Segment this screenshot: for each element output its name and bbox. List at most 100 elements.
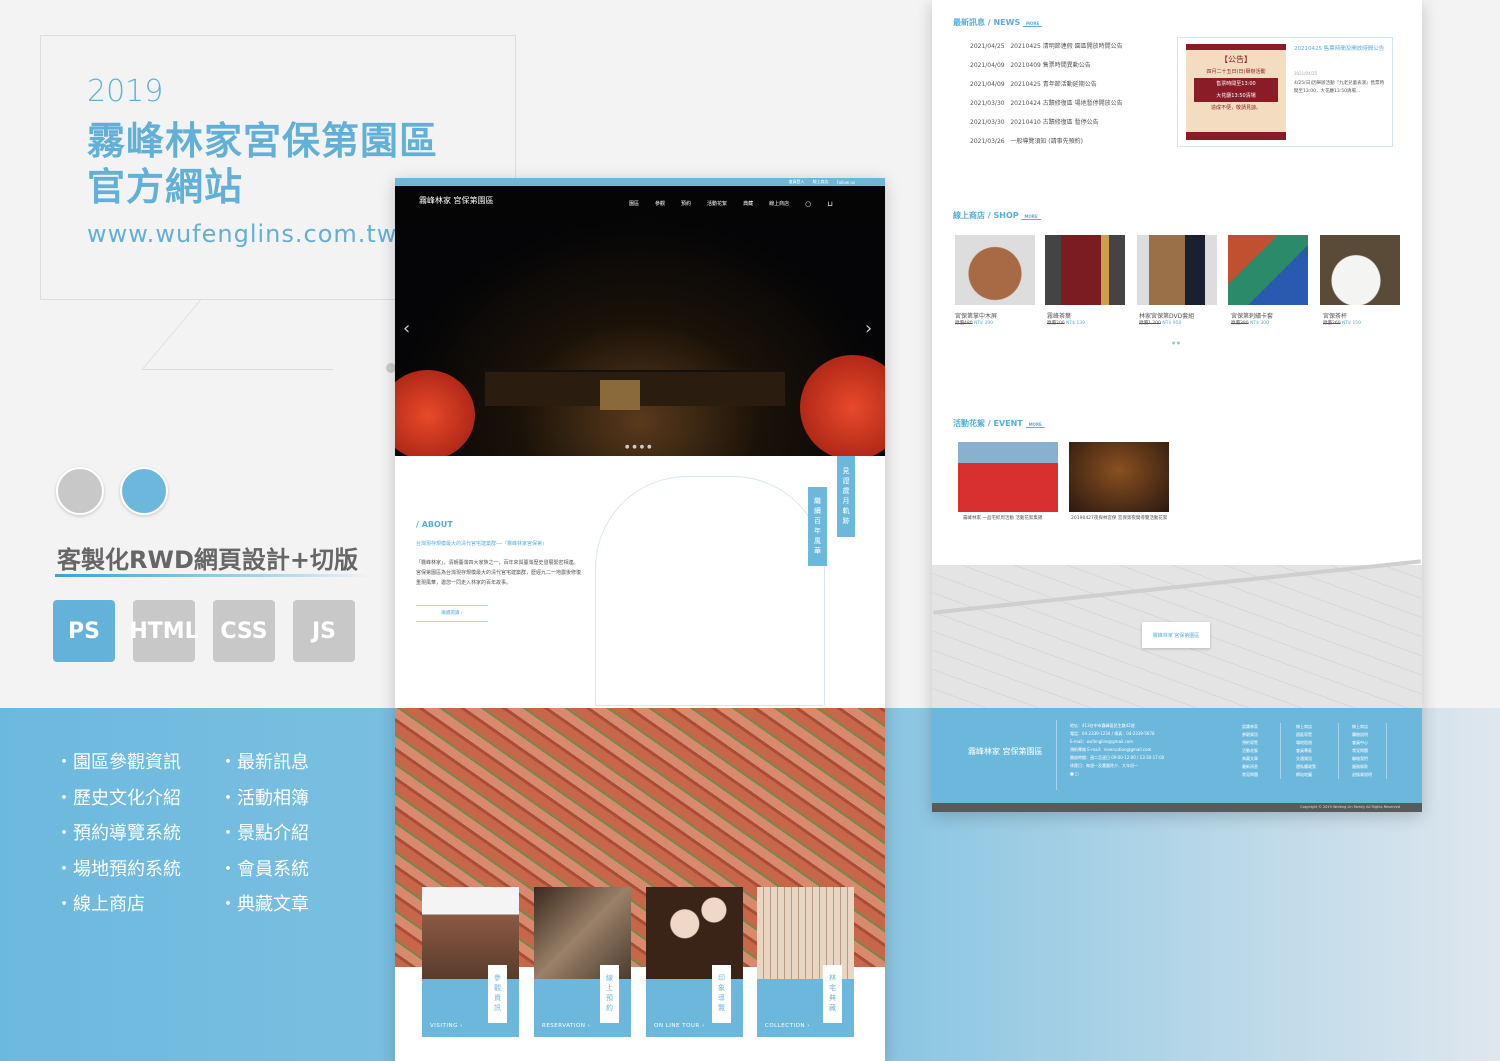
inner-sections-mockup: 最新訊息 / NEWS MORE 2021/04/25 20210425 清明節… [932, 0, 1422, 812]
navbar: 霧峰林家 宮保第園區 園區 參觀 預約 活動花絮 典藏 線上商店 ○ ⊔ [395, 186, 885, 220]
feature-item: ・會員系統 [219, 858, 309, 880]
tag-html: HTML [129, 600, 199, 662]
shop-heading: 線上商店 / SHOP MORE [953, 210, 1041, 221]
card-link[interactable]: ON LINE TOUR › [654, 1023, 705, 1029]
tag-js: JS [293, 600, 355, 662]
temple-line-art [595, 476, 825, 706]
shop-link[interactable]: 線上商店 [813, 179, 829, 185]
card-tour[interactable]: 印象導覽 ON LINE TOUR › [646, 887, 743, 1037]
tag-ps: PS [53, 600, 115, 662]
title-line-1: 霧峰林家宮保第園區 [87, 119, 439, 163]
product-image[interactable] [1045, 235, 1125, 305]
feature-item: ・活動相簿 [219, 787, 309, 809]
shop-more-button[interactable]: MORE [1021, 214, 1041, 220]
next-arrow[interactable]: › [865, 318, 872, 339]
footer-links-3[interactable]: 線上商店 購物說明 會員中心 常見問題 聯絡我們 服務條款 退換貨說明 [1352, 723, 1387, 779]
card-reservation[interactable]: 線上預約 RESERVATION › [534, 887, 631, 1037]
slider-dots[interactable]: ●●●● [625, 444, 654, 450]
about-body: 「霧峰林家」，清朝臺灣四大家族之一，百年來與臺灣歷史發展緊密相連。宮保第園區為台… [416, 560, 582, 586]
news-item[interactable]: 2021/03/30 20210424 古蹟修復區 場地暫停開放公告 [970, 98, 1123, 117]
featured-excerpt: 4/25(日)因舉辦活動『九老兒童表演』售票時間至13:00，大花廳13:50清… [1294, 81, 1385, 94]
footer-divider [1056, 720, 1057, 790]
product-image[interactable] [955, 235, 1035, 305]
lantern-left [395, 370, 475, 460]
footer-contact: 地址：413台中市霧峰區民生路42號 電話：04-2339-1234 / 傳真：0… [1070, 723, 1165, 778]
event-caption: 20190427夜探林宮保 宮保第夜間導覽活動花絮 [1071, 516, 1168, 521]
card-link[interactable]: RESERVATION › [542, 1023, 590, 1029]
nav-item[interactable]: 參觀 [655, 200, 665, 208]
footer-logo[interactable]: 霧峰林家 宮保第園區 [968, 746, 1048, 757]
feature-list-left: ・園區參觀資訊 ・歷史文化介紹 ・預約導覽系統 ・場地預約系統 ・線上商店 [55, 748, 181, 926]
feature-item: ・景點介紹 [219, 823, 309, 844]
top-bar: 會員登入 線上商店 Follow us [395, 178, 885, 186]
nav-item[interactable]: 活動花絮 [707, 200, 727, 208]
cart-icon[interactable]: ⊔ [827, 200, 832, 208]
lantern-right [800, 355, 885, 460]
feature-item: ・典藏文章 [219, 894, 309, 915]
news-item[interactable]: 2021/03/26 一般導覽須知 (請事先預約) [970, 136, 1123, 155]
card-visiting[interactable]: 參觀資訊 VISITING › [422, 887, 519, 1037]
color-swatch-blue [120, 467, 168, 515]
product-image[interactable] [1137, 235, 1217, 305]
follow-link[interactable]: Follow us [837, 180, 855, 185]
news-more-button[interactable]: MORE [1023, 21, 1043, 27]
site-logo[interactable]: 霧峰林家 宮保第園區 [419, 195, 494, 206]
user-icon[interactable]: ○ [805, 200, 811, 208]
map-river [933, 559, 1421, 615]
project-year: 2019 [87, 74, 164, 109]
product-info[interactable]: 宮保茶杯 原價260 NT$ 150 [1323, 311, 1404, 326]
copyright-bar: Copyright © 2019 Wufeng Lin Family All R… [932, 803, 1422, 812]
service-title: 客製化RWD網頁設計+切版 [57, 546, 358, 574]
about-section: / ABOUT 台灣現存規模最大的清代官宅建築群──『霧峰林家宮保第』 「霧峰林… [395, 456, 885, 708]
social-icons[interactable]: ■ ▢ [1070, 770, 1164, 778]
map-marker-label[interactable]: 霧峰林家 宮保第園區 [1142, 622, 1210, 648]
featured-poster: 【公告】 四月二十五日(日)舉辦活動 售票時間至13:00 大花廳13:50清場… [1186, 44, 1286, 140]
nav-item[interactable]: 預約 [681, 200, 691, 208]
about-subtitle: 台灣現存規模最大的清代官宅建築群──『霧峰林家宮保第』 [416, 541, 548, 547]
footer-links-1[interactable]: 認識林家 參觀資訊 預約導覽 活動花絮 典藏文章 最新消息 常見問題 [1242, 723, 1281, 779]
product-info[interactable]: 宮保第刺繡卡套 原價380 NT$ 300 [1231, 311, 1312, 326]
nav-item[interactable]: 線上商店 [769, 200, 789, 208]
feature-item: ・線上商店 [55, 894, 145, 915]
site-url[interactable]: www.wufenglins.com.tw [87, 220, 397, 248]
product-info[interactable]: 宮保第掌中木屏 原價480 NT$ 390 [955, 311, 1036, 326]
shop-pager-dots[interactable]: ● ● [1172, 340, 1180, 345]
about-heading: / ABOUT [416, 520, 453, 529]
event-caption: 霧峰林家 一品宅抓周活動 活動花絮集錦 [963, 516, 1043, 521]
featured-date: 2021/04/25 [1294, 71, 1318, 76]
news-item[interactable]: 2021/04/09 20210425 青年節活動延期公告 [970, 79, 1123, 98]
event-heading: 活動花絮 / EVENT MORE [953, 418, 1045, 429]
event-image[interactable] [958, 442, 1058, 512]
card-collection[interactable]: 林宅典藏 COLLECTION › [757, 887, 854, 1037]
nav-item[interactable]: 典藏 [743, 200, 753, 208]
event-image[interactable] [1069, 442, 1169, 512]
product-image[interactable] [1320, 235, 1400, 305]
feature-item: ・園區參觀資訊 [55, 752, 181, 773]
read-more-button[interactable]: 繼續閱讀 › [416, 605, 488, 622]
news-item[interactable]: 2021/04/09 20210409 售票時間異動公告 [970, 60, 1123, 79]
card-link[interactable]: COLLECTION › [765, 1023, 810, 1029]
product-info[interactable]: 霧峰茶葉 原價200 NT$ 139 [1047, 311, 1128, 326]
news-heading: 最新訊息 / NEWS MORE [953, 17, 1043, 28]
footer-links-2[interactable]: 線上商店 園區導覽 場地租借 會員專區 交通資訊 隱私權政策 網站地圖 [1296, 723, 1339, 779]
product-info[interactable]: 林家宮保第DVD套組 原價1,200 NT$ 950 [1139, 311, 1220, 326]
card-link[interactable]: VISITING › [430, 1023, 463, 1029]
event-more-button[interactable]: MORE [1025, 422, 1045, 428]
project-title: 霧峰林家宮保第園區 官方網站 [87, 118, 438, 210]
title-line-2: 官方網站 [87, 165, 244, 209]
color-swatch-gray [56, 467, 104, 515]
map[interactable]: 霧峰林家 宮保第園區 [932, 559, 1422, 708]
tag-css: CSS [213, 600, 275, 662]
nav-item[interactable]: 園區 [629, 200, 639, 208]
card-title: 線上預約 [600, 965, 619, 1023]
news-item[interactable]: 2021/04/25 20210425 清明節連假 園區開放時間公告 [970, 41, 1123, 60]
prev-arrow[interactable]: ‹ [403, 318, 410, 339]
featured-title[interactable]: 20210425 售票時間及開放時間公告 [1294, 45, 1386, 53]
featured-news-card[interactable]: 【公告】 四月二十五日(日)舉辦活動 售票時間至13:00 大花廳13:50清場… [1177, 37, 1393, 147]
news-item[interactable]: 2021/03/30 20210410 古蹟修復區 暫停公告 [970, 117, 1123, 136]
login-link[interactable]: 會員登入 [789, 179, 805, 185]
product-image[interactable] [1228, 235, 1308, 305]
connector-line [141, 300, 392, 370]
hero-slider: ‹ › ●●●● [395, 220, 885, 460]
footer: 霧峰林家 宮保第園區 地址：413台中市霧峰區民生路42號 電話：04-2339-… [932, 708, 1422, 803]
